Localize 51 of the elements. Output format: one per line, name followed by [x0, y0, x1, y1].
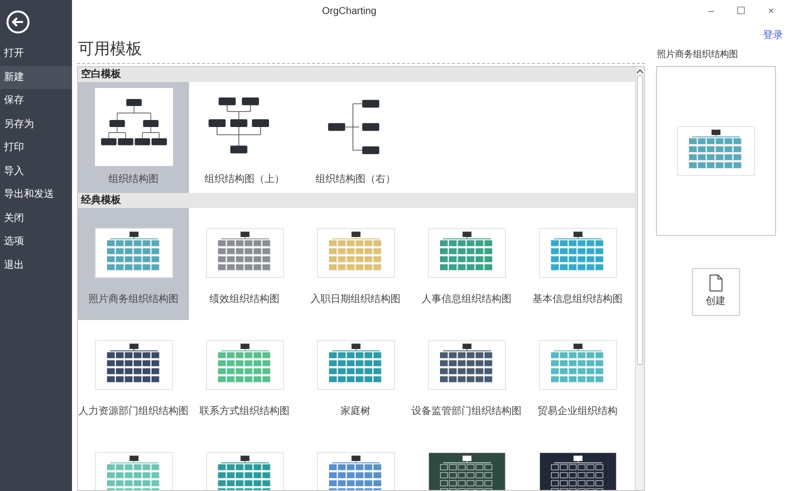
window-control[interactable]: –: [696, 4, 726, 18]
window-title: OrgCharting: [322, 4, 376, 18]
template-item[interactable]: 组织结构图（上）: [189, 82, 300, 193]
template-label: 组织结构图: [108, 172, 158, 187]
template-item[interactable]: 人力资源部门组织结构图: [78, 320, 189, 432]
window-control[interactable]: ×: [756, 4, 786, 18]
template-item[interactable]: 贸易企业组织结构: [522, 320, 633, 432]
template-item[interactable]: 基本信息组织结构图: [522, 208, 633, 320]
window-control[interactable]: ☐: [726, 4, 756, 18]
create-button[interactable]: 创建: [692, 268, 740, 316]
template-label: 联系方式组织结构图: [200, 404, 290, 419]
sidebar-item[interactable]: 打开: [0, 42, 72, 66]
template-label: 入职日期组织结构图: [310, 292, 400, 307]
sidebar-item[interactable]: 退出: [0, 254, 72, 277]
scrollbar-thumb[interactable]: [637, 75, 643, 365]
sidebar-item[interactable]: 新建: [0, 66, 72, 89]
template-item[interactable]: 联系方式组织结构图: [189, 320, 300, 432]
template-item[interactable]: 绩效组织结构图: [189, 208, 300, 320]
scroll-up-icon[interactable]: [636, 67, 644, 75]
template-label: 贸易企业组织结构: [538, 404, 618, 419]
scrollbar[interactable]: [635, 67, 644, 490]
back-icon[interactable]: [6, 10, 30, 34]
template-label: 绩效组织结构图: [210, 292, 280, 307]
template-item[interactable]: 设备监管部门组织结构图: [411, 320, 522, 432]
template-label: 照片商务组织结构图: [88, 292, 178, 307]
template-label: 组织结构图（上）: [204, 172, 284, 187]
sidebar-item[interactable]: 导入: [0, 160, 72, 183]
sidebar-item[interactable]: 导出和发送: [0, 183, 72, 206]
login-link[interactable]: 登录: [763, 28, 783, 48]
template-label: 组织结构图（右）: [316, 172, 396, 187]
section-header: 空白模板: [78, 67, 635, 82]
preview-title: 照片商务组织结构图: [657, 48, 738, 61]
template-item[interactable]: 家庭树: [300, 320, 411, 432]
template-item[interactable]: 入职日期组织结构图: [300, 208, 411, 320]
sidebar-item[interactable]: 打印: [0, 136, 72, 160]
template-label: 人事信息组织结构图: [422, 292, 512, 307]
section-header: 经典模板: [78, 193, 635, 208]
template-label: 人力资源部门组织结构图: [78, 404, 188, 419]
sidebar-item[interactable]: 另存为: [0, 112, 72, 136]
template-label: 设备监管部门组织结构图: [412, 404, 522, 419]
file-icon: [708, 274, 722, 292]
template-item[interactable]: 照片商务组织结构图: [78, 208, 189, 320]
template-label: 家庭树: [340, 404, 370, 419]
template-item[interactable]: 组织结构图: [78, 82, 189, 193]
template-item[interactable]: 组织结构图（右）: [300, 82, 411, 193]
template-item[interactable]: 人事信息组织结构图: [411, 208, 522, 320]
sidebar-item[interactable]: 保存: [0, 89, 72, 112]
page-heading: 可用模板: [77, 40, 143, 60]
sidebar-item[interactable]: 选项: [0, 230, 72, 254]
template-label: 基本信息组织结构图: [532, 292, 622, 307]
sidebar-item[interactable]: 关闭: [0, 206, 72, 230]
